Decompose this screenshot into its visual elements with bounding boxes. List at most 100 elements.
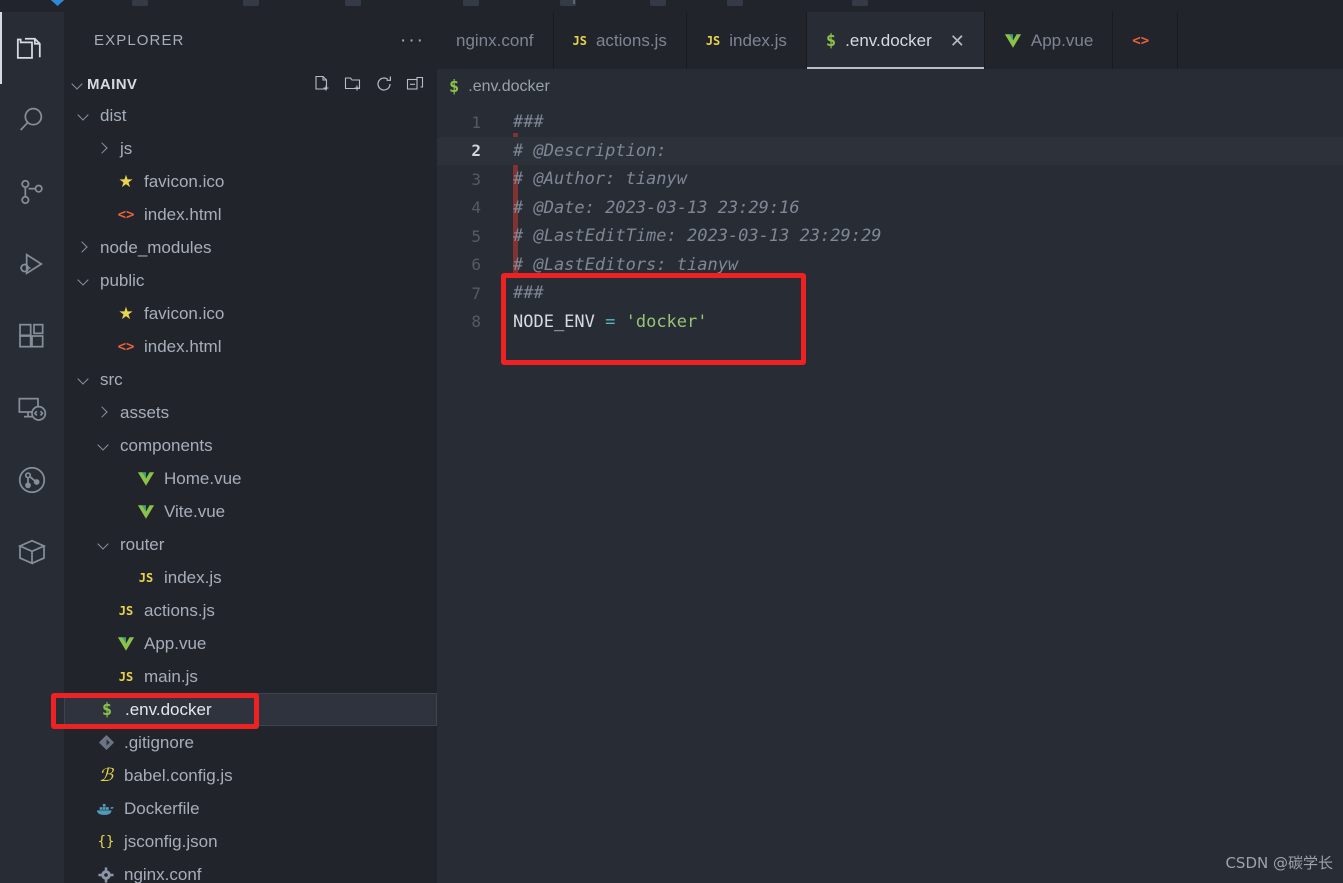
tree-item-label: index.js (164, 567, 222, 587)
code-text: ### (495, 283, 544, 303)
code-token: # @Author: tianyw (513, 169, 687, 190)
tree-item-label: components (120, 435, 213, 455)
tree-item[interactable]: <> index.html (64, 198, 437, 231)
new-folder-icon[interactable] (343, 74, 363, 94)
tree-item-selected[interactable]: $ .env.docker (64, 693, 437, 726)
workspace-section-header[interactable]: MAINV (64, 69, 437, 99)
activity-item-run-and-debug[interactable] (0, 228, 64, 300)
editor-tab-bar: nginx.conf JS actions.js JS index.js $ .env.do… (437, 12, 1343, 69)
code-text: # @Author: tianyw (495, 169, 687, 189)
activity-item-source-control[interactable] (0, 156, 64, 228)
breadcrumb-label: .env.docker (468, 78, 550, 95)
tree-twisty (92, 440, 114, 451)
explorer-title: EXPLORER (94, 32, 185, 49)
editor-tab[interactable]: JS actions.js (553, 12, 687, 69)
tree-item[interactable]: node_modules (64, 231, 437, 264)
breadcrumb[interactable]: $ .env.docker (437, 69, 1343, 105)
new-file-icon[interactable] (312, 74, 332, 94)
tree-twisty (72, 242, 94, 253)
chevron-down-icon (78, 374, 89, 385)
editor-tab[interactable]: nginx.conf (437, 12, 554, 69)
circle-graph-icon (16, 464, 48, 496)
star-icon: ★ (118, 171, 134, 191)
code-text: ### (495, 112, 544, 132)
code-line: 5 # @LastEditTime: 2023-03-13 23:29:29 (437, 222, 1343, 251)
activity-item-test-graph[interactable] (0, 444, 64, 516)
tree-item[interactable]: .gitignore (64, 726, 437, 759)
tree-item[interactable]: js (64, 132, 437, 165)
activity-item-explorer[interactable] (0, 12, 64, 84)
vue-icon (134, 504, 158, 520)
refresh-icon[interactable] (374, 74, 394, 94)
tree-item[interactable]: nginx.conf (64, 858, 437, 883)
tree-item[interactable]: router (64, 528, 437, 561)
code-text: # @LastEditTime: 2023-03-13 23:29:29 (495, 226, 881, 246)
tree-item[interactable]: App.vue (64, 627, 437, 660)
tree-item-label: Vite.vue (164, 501, 226, 521)
explorer-actions (312, 74, 437, 94)
tree-item[interactable]: Vite.vue (64, 495, 437, 528)
tree-item[interactable]: JS main.js (64, 660, 437, 693)
tree-item[interactable]: src (64, 363, 437, 396)
tree-item[interactable]: <> index.html (64, 330, 437, 363)
tree-item[interactable]: Home.vue (64, 462, 437, 495)
tree-item-label: main.js (144, 666, 198, 686)
code-token: # @Description: (513, 140, 667, 161)
js-icon: JS (138, 570, 154, 585)
activity-item-package-explorer[interactable] (0, 516, 64, 588)
code-line: 2 # @Description: (437, 136, 1343, 165)
tree-item[interactable]: Dockerfile (64, 792, 437, 825)
editor-tab[interactable]: App.vue (984, 12, 1114, 69)
tab-close-icon[interactable]: ✕ (950, 32, 965, 50)
line-number: 1 (471, 112, 481, 132)
editor-tab[interactable]: $ .env.docker ✕ (806, 12, 985, 69)
tree-item[interactable]: components (64, 429, 437, 462)
chevron-down-icon (98, 440, 109, 451)
env-dollar-icon: $ (101, 699, 113, 720)
tree-twisty (72, 275, 94, 286)
tree-item[interactable]: ℬbabel.config.js (64, 759, 437, 792)
editor-tab[interactable]: <> (1113, 12, 1179, 69)
tree-item[interactable]: {} jsconfig.json (64, 825, 437, 858)
git-icon (94, 734, 118, 751)
tree-item-label: index.html (144, 336, 222, 356)
tree-twisty (92, 143, 114, 154)
tree-item-label: src (100, 369, 123, 389)
tree-item[interactable]: dist (64, 99, 437, 132)
js-icon: JS (705, 33, 721, 48)
tree-item[interactable]: ★ favicon.ico (64, 297, 437, 330)
line-number: 3 (471, 169, 481, 189)
line-number: 2 (471, 141, 481, 161)
collapse-all-icon[interactable] (405, 74, 425, 94)
html-icon: <> (1132, 32, 1150, 49)
gear-icon (94, 866, 118, 883)
tree-item[interactable]: public (64, 264, 437, 297)
editor-tab-label: App.vue (1030, 30, 1094, 50)
activity-item-search[interactable] (0, 84, 64, 156)
line-number: 4 (471, 198, 481, 218)
explorer-header: EXPLORER ··· (64, 12, 437, 69)
babel-icon: ℬ (98, 765, 114, 786)
chevron-down-icon (98, 539, 109, 550)
tree-item[interactable]: ★ favicon.ico (64, 165, 437, 198)
code-content[interactable]: 1 ### 2 # @Description: 3 # @Author: tianyw 4 #… (437, 105, 1343, 336)
tree-item-label: js (120, 138, 133, 158)
file-tree: dist js ★ favicon.ico <> index.html node_modul… (64, 99, 437, 883)
tree-item-label: favicon.ico (144, 171, 225, 191)
tree-item-label: Home.vue (164, 468, 242, 488)
tree-item-label: .env.docker (125, 699, 212, 719)
activity-item-extensions[interactable] (0, 300, 64, 372)
explorer-more-actions-button[interactable]: ··· (400, 31, 425, 50)
star-icon: ★ (118, 303, 134, 323)
tree-item[interactable]: JS index.js (64, 561, 437, 594)
code-line: 6 # @LastEditors: tianyw (437, 251, 1343, 280)
line-number: 6 (471, 255, 481, 275)
activity-item-remote-explorer[interactable] (0, 372, 64, 444)
tree-item[interactable]: JS actions.js (64, 594, 437, 627)
editor-tab[interactable]: JS index.js (686, 12, 807, 69)
js-icon: JS (572, 33, 587, 48)
code-token: # @LastEditTime: 2023-03-13 23:29:29 (513, 226, 882, 247)
tree-twisty (92, 407, 114, 418)
code-token: 'docker' (625, 311, 708, 332)
tree-item[interactable]: assets (64, 396, 437, 429)
